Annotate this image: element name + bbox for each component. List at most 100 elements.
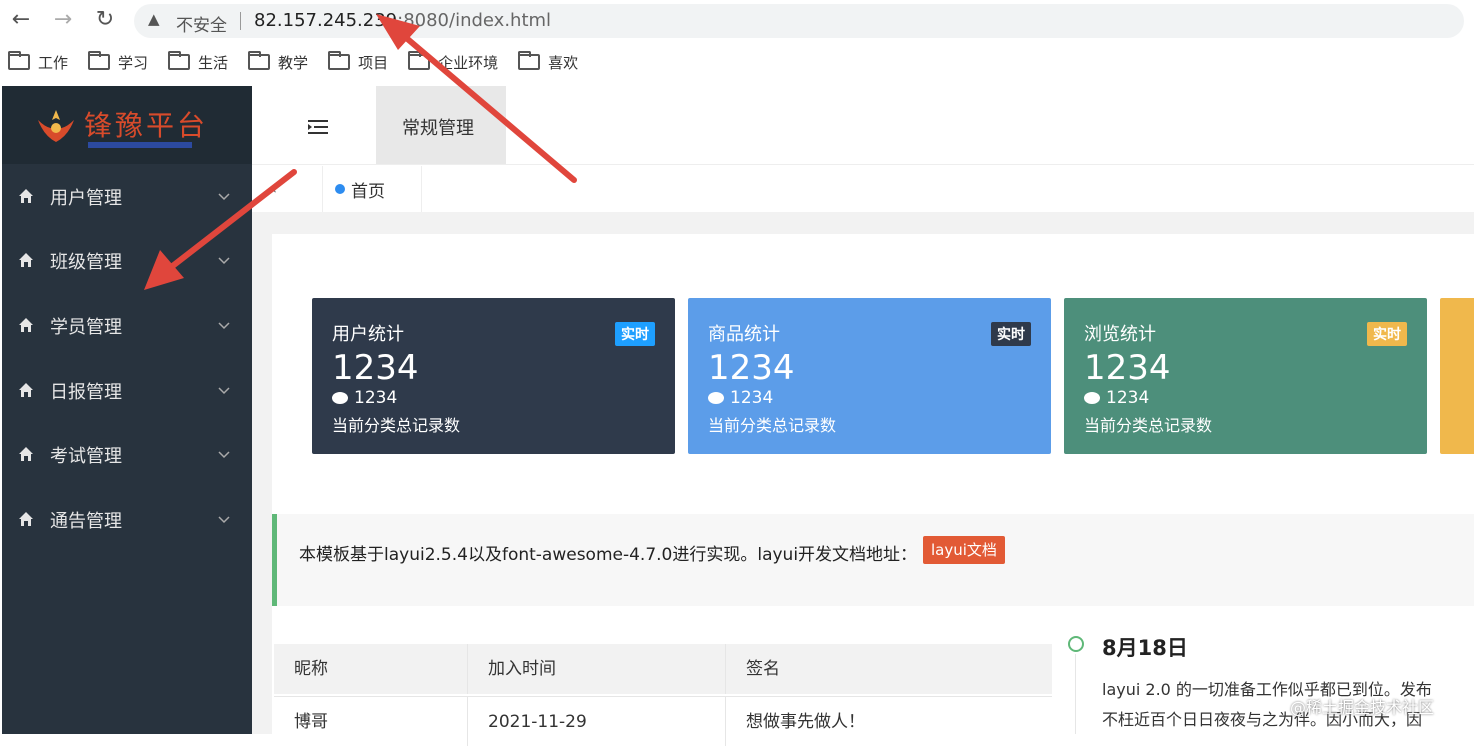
home-icon [19, 447, 33, 461]
tabs-prev-icon[interactable]: ‹ [270, 178, 277, 199]
home-icon [19, 253, 33, 267]
browser-chrome: ← → ↻ ▲ 不安全 82.157.245.239:8080/index.ht… [0, 0, 1474, 86]
sidebar-item-users[interactable]: 用户管理 [2, 166, 252, 230]
chevron-down-icon [218, 193, 230, 201]
realtime-badge: 实时 [615, 322, 655, 346]
realtime-badge: 实时 [991, 322, 1031, 346]
home-icon [19, 189, 33, 203]
sidebar-item-exams[interactable]: 考试管理 [2, 424, 252, 488]
logo[interactable]: 锋豫平台 [2, 86, 252, 164]
card-sub-number: 1234 [730, 388, 774, 408]
address-bar[interactable]: ▲ 不安全 82.157.245.239:8080/index.html [134, 4, 1464, 38]
sidebar-item-label: 学员管理 [50, 317, 122, 338]
card-sub-number: 1234 [354, 388, 398, 408]
chevron-down-icon [218, 516, 230, 524]
chevron-down-icon [218, 257, 230, 265]
bookmark-work[interactable]: 工作 [8, 50, 68, 74]
chevron-down-icon [218, 451, 230, 459]
card-desc: 当前分类总记录数 [708, 416, 837, 435]
sidebar: 锋豫平台 用户管理 班级管理 学员管理 日报管理 考试管理 通告管理 [2, 86, 252, 734]
card-sub: 1234 [708, 388, 773, 408]
bookmark-study[interactable]: 学习 [88, 50, 148, 74]
bookmarks-bar: 工作 学习 生活 教学 项目 企业环境 喜欢 [8, 50, 598, 74]
sidebar-item-students[interactable]: 学员管理 [2, 295, 252, 359]
table-cell: 2021-11-29 [468, 696, 726, 746]
folder-icon [88, 51, 111, 70]
bookmark-enterprise[interactable]: 企业环境 [408, 50, 498, 74]
menu-fold-icon [308, 120, 328, 134]
table-cell: 想做事先做人！ [726, 696, 1052, 746]
card-sub: 1234 [1084, 388, 1149, 408]
bookmark-label: 学习 [118, 53, 149, 72]
folder-icon [328, 51, 351, 70]
card-number: 1234 [332, 348, 419, 388]
sidebar-item-label: 日报管理 [50, 382, 122, 403]
realtime-badge: 实时 [1367, 322, 1407, 346]
stat-card-views: 浏览统计 实时 1234 1234 当前分类总记录数 [1064, 298, 1427, 454]
card-title: 浏览统计 [1084, 324, 1156, 345]
logo-subtitle-bar [88, 142, 192, 148]
folder-icon [248, 51, 271, 70]
address-separator [240, 12, 241, 30]
url-text: 82.157.245.239:8080/index.html [254, 10, 551, 31]
bookmark-teaching[interactable]: 教学 [248, 50, 308, 74]
reload-icon[interactable]: ↻ [92, 6, 118, 34]
timeline-line [1075, 654, 1076, 734]
timeline-dot-icon [1068, 636, 1084, 652]
sidebar-item-notices[interactable]: 通告管理 [2, 489, 252, 553]
home-icon [19, 512, 33, 526]
back-arrow-icon[interactable]: ← [8, 6, 34, 34]
bookmark-label: 项目 [358, 53, 389, 72]
insecure-label: 不安全 [176, 16, 227, 36]
notice-text: 本模板基于layui2.5.4以及font-awesome-4.7.0进行实现。… [299, 545, 918, 565]
card-desc: 当前分类总记录数 [1084, 416, 1213, 435]
folder-icon [8, 51, 30, 70]
layui-docs-button[interactable]: layui文档 [923, 536, 1005, 564]
page-tabs-bar: ‹ 首页 [252, 166, 1474, 212]
bookmark-label: 教学 [278, 53, 309, 72]
url-host: 82.157.245.239 [254, 10, 398, 31]
stat-card-partial [1440, 298, 1474, 454]
comment-icon [708, 392, 724, 404]
sidebar-item-label: 考试管理 [50, 446, 122, 467]
bookmark-project[interactable]: 项目 [328, 50, 388, 74]
bookmark-label: 工作 [38, 53, 69, 72]
folder-icon [168, 51, 191, 70]
sidebar-item-classes[interactable]: 班级管理 [2, 230, 252, 294]
timeline-date: 8月18日 [1102, 636, 1188, 660]
sidebar-toggle-button[interactable] [252, 86, 376, 164]
stat-card-products: 商品统计 实时 1234 1234 当前分类总记录数 [688, 298, 1051, 454]
tab-home-label: 首页 [351, 182, 385, 202]
warning-icon: ▲ [148, 10, 160, 28]
comment-icon [1084, 392, 1100, 404]
col-header-join-time: 加入时间 [468, 644, 726, 694]
bookmark-life[interactable]: 生活 [168, 50, 228, 74]
card-sub-number: 1234 [1106, 388, 1150, 408]
card-title: 用户统计 [332, 324, 404, 345]
home-icon [19, 383, 33, 397]
tab-general-management[interactable]: 常规管理 [376, 86, 506, 164]
chevron-down-icon [218, 387, 230, 395]
card-sub: 1234 [332, 388, 397, 408]
forward-arrow-icon[interactable]: → [50, 6, 76, 34]
folder-icon [518, 51, 541, 70]
bookmark-label: 喜欢 [548, 53, 579, 72]
home-icon [19, 318, 33, 332]
tab-label: 常规管理 [402, 118, 474, 139]
card-title: 商品统计 [708, 324, 780, 345]
bookmark-label: 生活 [198, 53, 229, 72]
sidebar-item-label: 班级管理 [50, 252, 122, 273]
notice-box: 本模板基于layui2.5.4以及font-awesome-4.7.0进行实现。… [272, 514, 1474, 606]
bookmark-favorite[interactable]: 喜欢 [518, 50, 578, 74]
comment-icon [332, 392, 348, 404]
active-dot-icon [335, 184, 345, 194]
card-number: 1234 [708, 348, 795, 388]
card-desc: 当前分类总记录数 [332, 416, 461, 435]
sidebar-item-label: 用户管理 [50, 188, 122, 209]
sidebar-item-daily-reports[interactable]: 日报管理 [2, 360, 252, 424]
table-cell: 博哥 [274, 696, 468, 746]
header-divider [252, 164, 1474, 165]
url-path: :8080/index.html [397, 10, 552, 31]
tab-home[interactable]: 首页 [322, 166, 422, 212]
col-header-nickname: 昵称 [274, 644, 468, 694]
